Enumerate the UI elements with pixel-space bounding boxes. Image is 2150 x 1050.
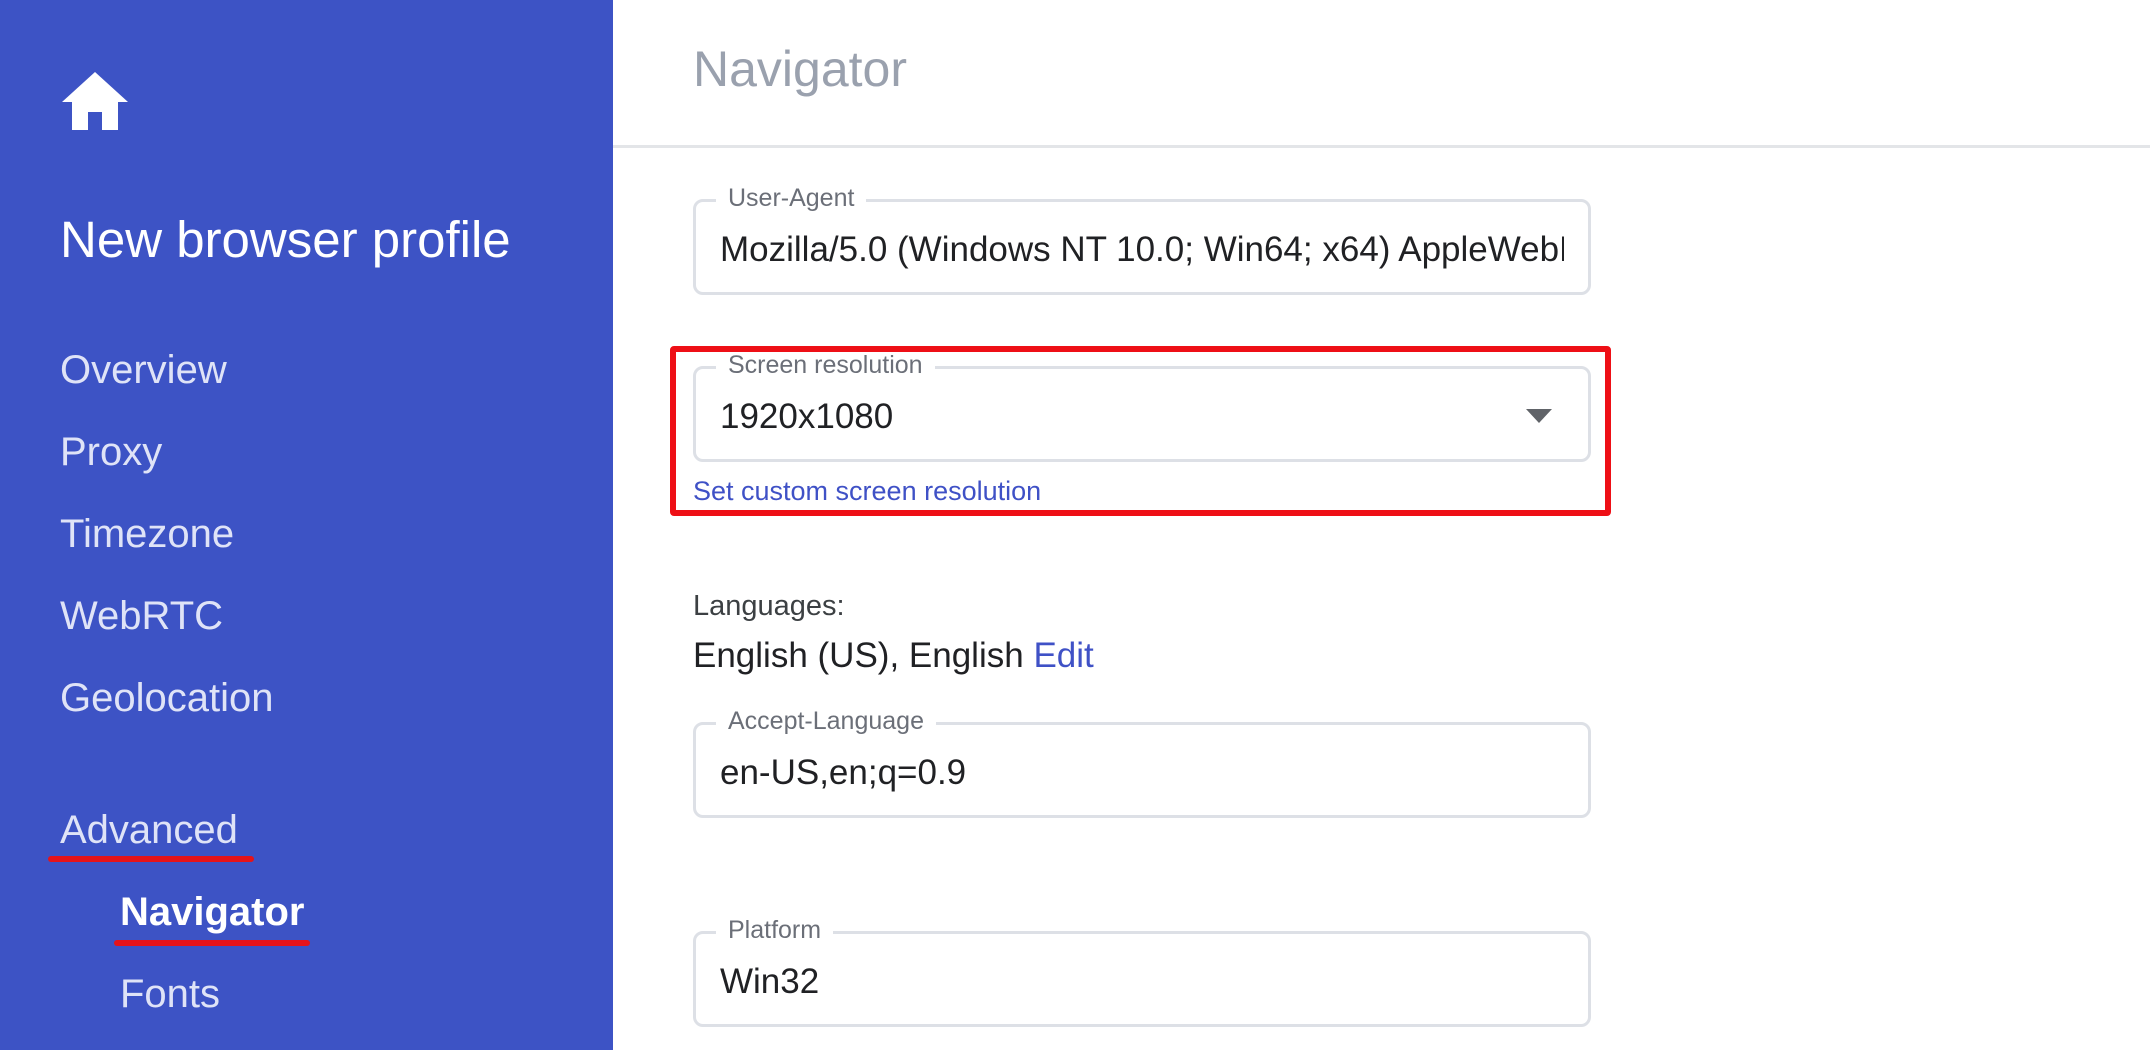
accept-language-label: Accept-Language <box>716 707 936 736</box>
languages-value: English (US), English <box>693 636 1024 675</box>
page-title: Navigator <box>693 41 907 97</box>
user-agent-value[interactable]: Mozilla/5.0 (Windows NT 10.0; Win64; x64… <box>720 230 1564 270</box>
nav-item-webrtc[interactable]: WebRTC <box>60 594 223 639</box>
nav-item-geolocation[interactable]: Geolocation <box>60 676 273 721</box>
profile-title: New browser profile <box>60 211 511 268</box>
languages-row: English (US), English Edit <box>693 636 1094 676</box>
header-divider <box>613 145 2150 148</box>
nav-item-fonts[interactable]: Fonts <box>120 972 220 1017</box>
user-agent-field[interactable]: User-Agent Mozilla/5.0 (Windows NT 10.0;… <box>693 184 1591 295</box>
accept-language-value[interactable]: en-US,en;q=0.9 <box>720 753 1564 793</box>
nav-item-navigator[interactable]: Navigator <box>120 890 305 935</box>
accept-language-field[interactable]: Accept-Language en-US,en;q=0.9 <box>693 707 1591 818</box>
nav-item-proxy[interactable]: Proxy <box>60 430 162 475</box>
platform-value[interactable]: Win32 <box>720 962 1564 1002</box>
nav-item-timezone[interactable]: Timezone <box>60 512 234 557</box>
nav-item-overview[interactable]: Overview <box>60 348 227 393</box>
home-icon[interactable] <box>60 70 130 132</box>
main-content: Navigator User-Agent Mozilla/5.0 (Window… <box>613 0 2150 1050</box>
nav-item-advanced[interactable]: Advanced <box>60 808 238 853</box>
screen-resolution-annotation-box <box>670 346 1611 516</box>
sidebar: New browser profile Overview Proxy Timez… <box>0 0 613 1050</box>
platform-label: Platform <box>716 916 834 945</box>
languages-label: Languages: <box>693 590 845 622</box>
languages-edit-link[interactable]: Edit <box>1033 636 1093 675</box>
platform-field[interactable]: Platform Win32 <box>693 916 1591 1027</box>
user-agent-label: User-Agent <box>716 184 867 213</box>
advanced-annotation-underline <box>48 856 254 862</box>
navigator-annotation-underline <box>114 940 310 946</box>
